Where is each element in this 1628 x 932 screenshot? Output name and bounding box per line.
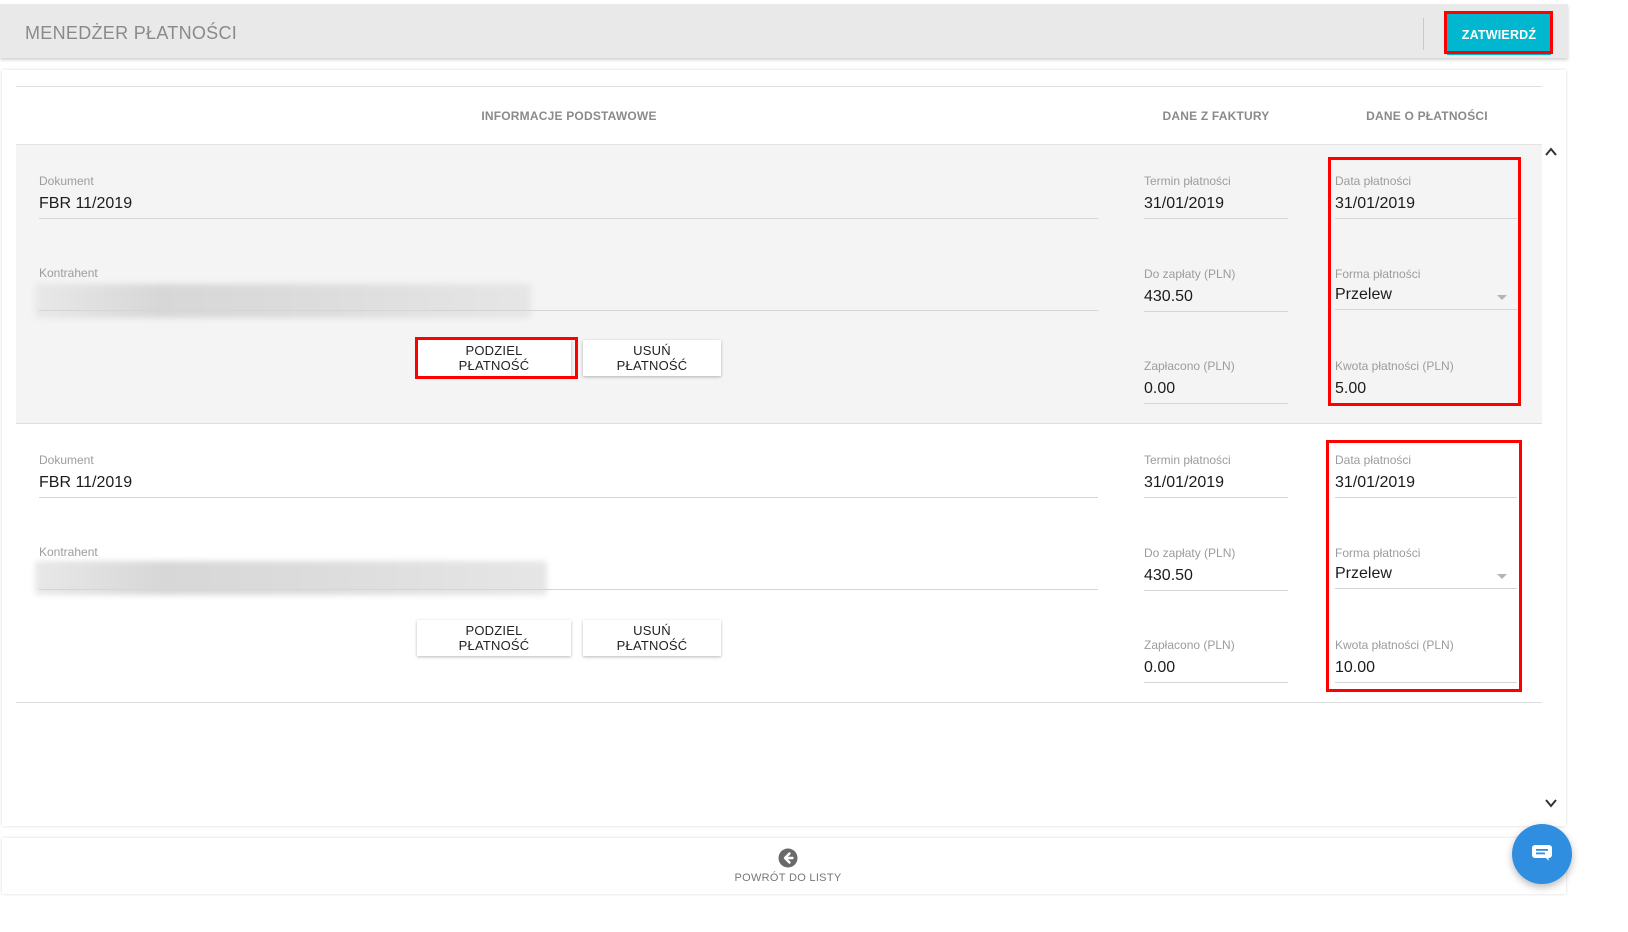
field-underline (39, 310, 1098, 311)
field-value: Przelew (1335, 565, 1392, 582)
field-value: 31/01/2019 (1335, 474, 1416, 491)
redacted-contractor-value (35, 284, 531, 318)
column-header-payment-data: DANE O PŁATNOŚCI (1366, 109, 1488, 123)
field-label: Forma płatności (1335, 546, 1421, 560)
scroll-down-icon[interactable] (1543, 796, 1559, 812)
chevron-down-icon[interactable] (1497, 295, 1507, 300)
remove-payment-button[interactable]: USUŃ PŁATNOŚĆ (583, 340, 721, 376)
field-underline (1335, 588, 1517, 589)
field-label: Do zapłaty (PLN) (1144, 267, 1236, 281)
field-value: 0.00 (1144, 659, 1176, 676)
payment-row: Dokument FBR 11/2019 Kontrahent PODZIEL … (16, 145, 1542, 424)
field-label: Termin płatności (1144, 453, 1231, 467)
back-to-list-label: POWRÓT DO LISTY (734, 872, 842, 884)
chevron-down-icon[interactable] (1497, 574, 1507, 579)
field-underline (1144, 311, 1288, 312)
field-label: Zapłacono (PLN) (1144, 638, 1235, 652)
field-underline (39, 589, 1098, 590)
field-label: Dokument (39, 174, 94, 188)
toolbar-divider (1423, 18, 1424, 50)
field-underline (1144, 590, 1288, 591)
field-label: Data płatności (1335, 174, 1412, 188)
field-value: 10.00 (1335, 659, 1376, 676)
field-value: 430.50 (1144, 567, 1193, 584)
scroll-up-icon[interactable] (1543, 145, 1559, 161)
confirm-button[interactable]: ZATWIERDŹ (1447, 14, 1551, 55)
field-value: 31/01/2019 (1144, 474, 1225, 491)
field-underline (1144, 497, 1288, 498)
field-label: Kontrahent (39, 545, 98, 559)
field-underline (39, 218, 1098, 219)
field-underline (1144, 218, 1288, 219)
remove-payment-button[interactable]: USUŃ PŁATNOŚĆ (583, 620, 721, 656)
field-label: Kontrahent (39, 266, 98, 280)
field-underline (1335, 403, 1517, 404)
field-underline (1335, 218, 1517, 219)
split-payment-button[interactable]: PODZIEL PŁATNOŚĆ (417, 620, 571, 656)
field-value: 31/01/2019 (1335, 195, 1416, 212)
page-title: MENEDŻER PŁATNOŚCI (25, 23, 238, 43)
field-label: Forma płatności (1335, 267, 1421, 281)
back-to-list-link[interactable]: POWRÓT DO LISTY (700, 848, 876, 888)
field-label: Zapłacono (PLN) (1144, 359, 1235, 373)
divider (16, 86, 1542, 87)
chat-button[interactable] (1512, 824, 1572, 884)
payment-row: Dokument FBR 11/2019 Kontrahent PODZIEL … (16, 424, 1542, 703)
field-underline (39, 497, 1098, 498)
field-value: 0.00 (1144, 380, 1176, 397)
top-bar: MENEDŻER PŁATNOŚCI ZATWIERDŹ (0, 4, 1568, 58)
field-label: Kwota płatności (PLN) (1335, 638, 1454, 652)
field-label: Dokument (39, 453, 94, 467)
field-label: Termin płatności (1144, 174, 1231, 188)
field-label: Kwota płatności (PLN) (1335, 359, 1454, 373)
field-value: FBR 11/2019 (39, 474, 133, 491)
field-value: Przelew (1335, 286, 1392, 303)
field-label: Data płatności (1335, 453, 1412, 467)
field-label: Do zapłaty (PLN) (1144, 546, 1236, 560)
field-value: FBR 11/2019 (39, 195, 133, 212)
field-underline (1144, 403, 1288, 404)
split-payment-button[interactable]: PODZIEL PŁATNOŚĆ (417, 340, 571, 376)
field-value: 430.50 (1144, 288, 1193, 305)
field-underline (1335, 497, 1517, 498)
column-header-invoice-data: DANE Z FAKTURY (1162, 109, 1270, 123)
column-header-basic-info: INFORMACJE PODSTAWOWE (481, 109, 657, 123)
chat-icon (1532, 845, 1552, 861)
field-underline (1335, 682, 1517, 683)
field-value: 31/01/2019 (1144, 195, 1225, 212)
field-value: 5.00 (1335, 380, 1367, 397)
field-underline (1335, 309, 1517, 310)
arrow-left-circle-icon (778, 848, 798, 868)
field-underline (1144, 682, 1288, 683)
